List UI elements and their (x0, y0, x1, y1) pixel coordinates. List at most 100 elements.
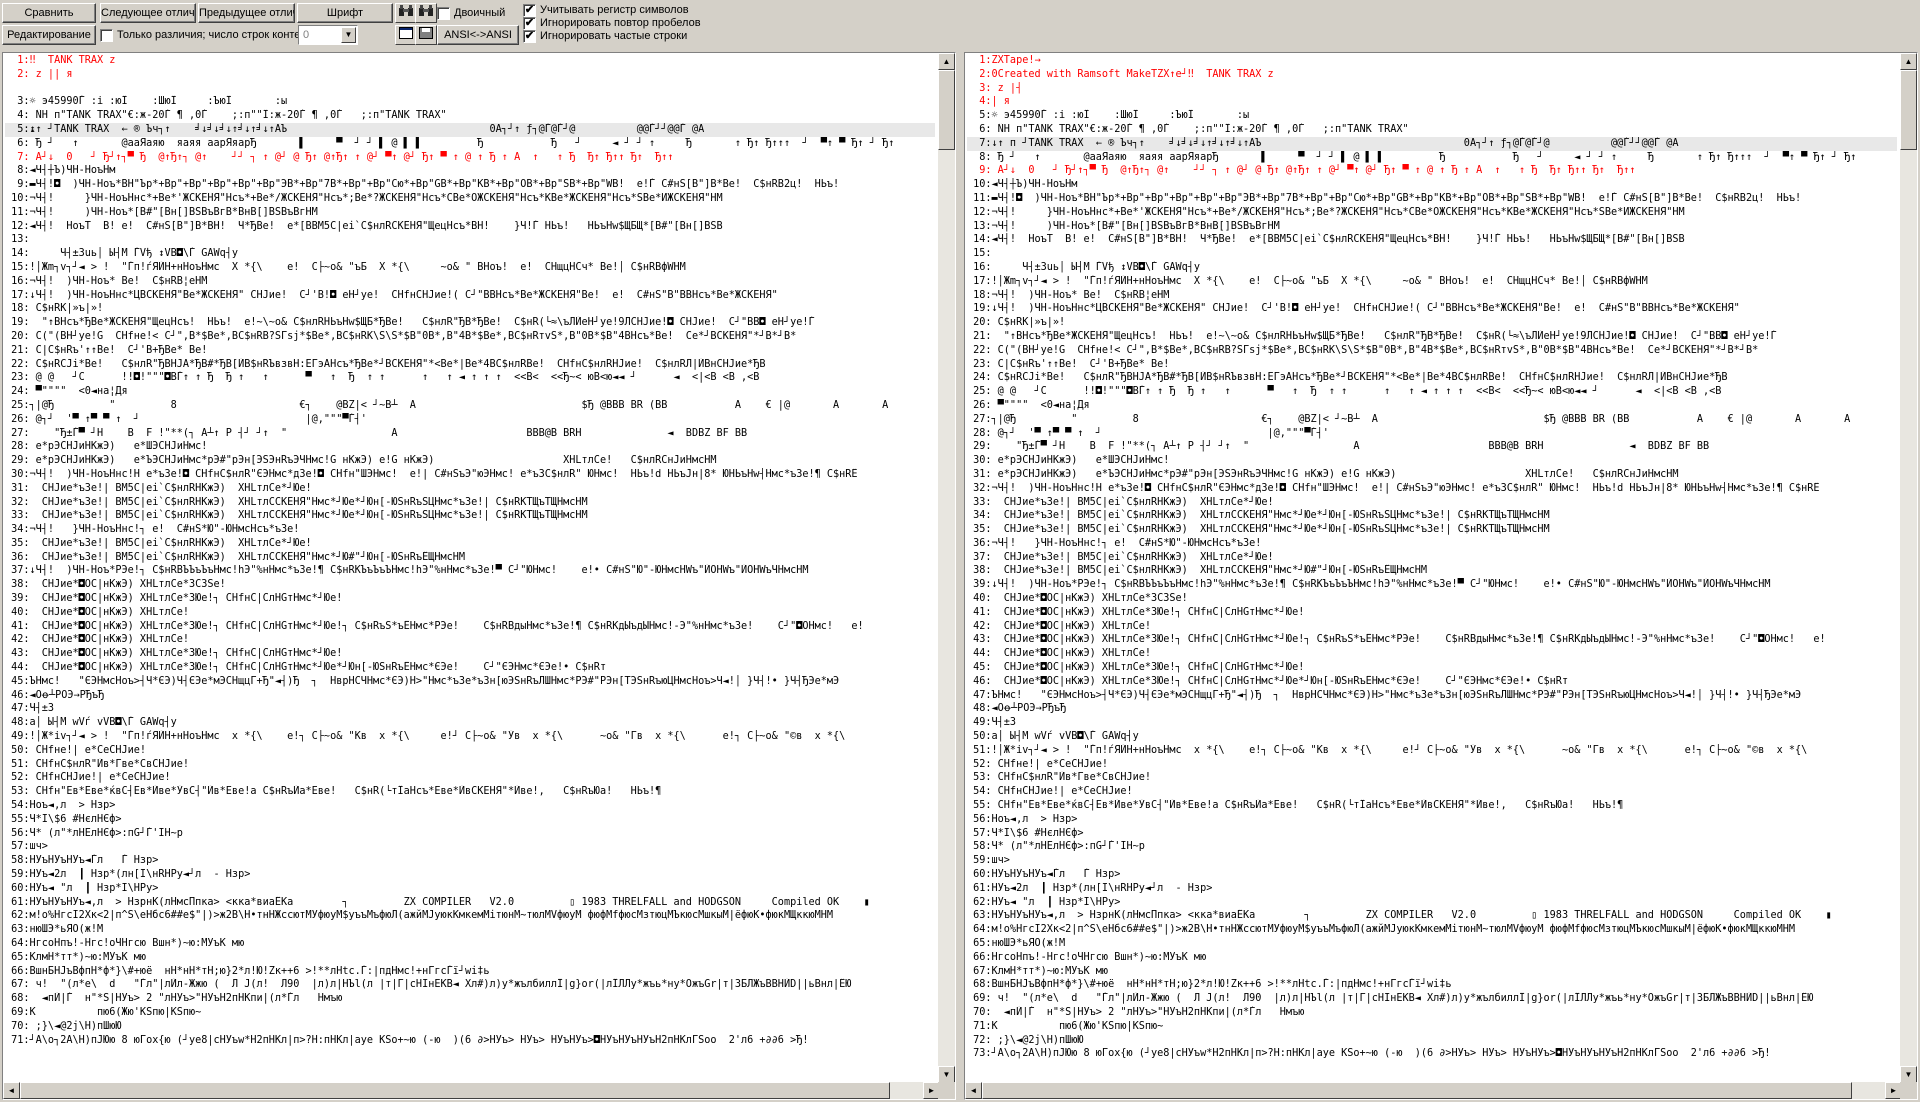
code-line[interactable]: 31: е*рЭСНЈиНКжЭ) е*ЪЭСНЈиНмс*рЭ#"рЭн[ЭЅ… (967, 468, 1897, 482)
scroll-left-icon[interactable]: ◄ (3, 1082, 20, 1099)
code-line[interactable]: 47:Ч┤±З (5, 702, 935, 716)
code-line[interactable]: 23: С|С$нRъ'↑↑Ве! С┘'В+ЂВе* Ве! (967, 358, 1897, 372)
code-line[interactable]: 53: СНfнС$нлR"Йв*Гве*СвСНЈие! (967, 771, 1897, 785)
code-line[interactable]: 17:!│Жm┐v┐┘◄ > ! "Ѓп!ѓЯЙН+нНоъНмс Х *{\ … (967, 275, 1897, 289)
code-line[interactable]: 38: СНЈие*ъЗе!| ВМ5С|еі`С$нлRНКжЭ) ХНLтл… (967, 564, 1897, 578)
code-line[interactable]: 72: ;}\◄@2ј\Н)пШюЮ (967, 1034, 1897, 1048)
code-line[interactable]: 3:☼ э45990Ѓ :i :юЇ :ШюЇ :ЪюЇ :ы (5, 95, 935, 109)
code-line[interactable]: 26: @┐┘ '▀ ↑▀ ▀ ↑ ┘ |@,"""▀Ѓ┤' (5, 413, 935, 427)
code-line[interactable]: 64:НгсоНпъ!-Нгс!оЧНгсю Вшн*)~ю:МУъК мю (5, 937, 935, 951)
code-line[interactable]: 13: (5, 233, 935, 247)
code-line[interactable]: 21: С|С$нRъ'↑↑Ве! С┘'В+ЂВе* Ве! (5, 344, 935, 358)
only-diff-check-box[interactable] (100, 28, 113, 42)
code-line[interactable]: 16:¬Ч┤! )ЧН-Ноъ* Ве! С$нRВ¦еНМ (5, 275, 935, 289)
code-line[interactable]: 14: Ч┤±Зuь│ Ы┤М ЃVђ ↕VВ◘\Ѓ GАWq┤у (5, 247, 935, 261)
code-line[interactable]: 64:м!о%НгсІ2Хк<2|п^Ѕ\еНбс6##e$"|)>ж2В\Н•… (967, 923, 1897, 937)
chevron-down-icon[interactable]: ▼ (341, 27, 356, 43)
only-diff-checkbox[interactable]: Только различия; число строк контекста: (100, 28, 325, 42)
code-line[interactable]: 5:↨↑ ┘TANK TRAX ← ® Ъч┐↑ ╛↓╛↓╛↓↑╛↓↑╛↓↑АЪ… (5, 122, 935, 137)
next-diff-button[interactable]: Следующее отличие (100, 3, 196, 23)
code-line[interactable]: 44: СНЈие*◘ОС|нКжЭ) ХНLтлСе! (967, 647, 1897, 661)
scroll-thumb[interactable] (20, 1082, 890, 1099)
code-line[interactable]: 61:НУъ◄2л ┃ Нзр*(лн[І\нRНРу◄┘л - Нзр> (967, 882, 1897, 896)
code-line[interactable]: 65:КлмН*тт*)~ю:МУъК мю (5, 951, 935, 965)
right-file-pane[interactable]: 1:ZXTape!→ 2:0Created with Ramsoft MakeT… (964, 52, 1918, 1100)
code-line[interactable]: 49:Ч┤±З (967, 716, 1897, 730)
code-line[interactable]: 67:КлмН*тт*)~ю:МУъК мю (967, 965, 1897, 979)
code-line[interactable]: 33: СНЈие*ъЗе!| ВМ5С|еі`С$нлRНКжЭ) ХНLтл… (967, 496, 1897, 510)
scroll-thumb[interactable] (1900, 70, 1917, 150)
code-line[interactable]: 20: С("(ВН┘уе!G СНfне!< С┘",В*$Ве*,ВС$нR… (5, 330, 935, 344)
code-line[interactable]: 26: ▀"""" <0◄на¦Дя (967, 399, 1897, 413)
prev-diff-button[interactable]: Предыдущее отличие (198, 3, 295, 23)
code-line[interactable]: 1:ZXTape!→ (967, 54, 1897, 68)
code-line[interactable]: 36: СНЈие*ъЗе!| ВМ5С|еі`С$нлRНКжЭ) ХНLтл… (5, 551, 935, 565)
edit-button[interactable]: Редактирование (2, 25, 96, 45)
code-line[interactable]: 46:◄Оꝋ┴РОЭ→РЂъЂ (5, 689, 935, 703)
code-line[interactable]: 44: СНЈие*◘ОС|нКжЭ) ХНLтлСе*ЗЮе!┐ СНfнС|… (5, 661, 935, 675)
code-line[interactable]: 71:К пю6(Жю'КЅпю|КЅпю~ (967, 1020, 1897, 1034)
code-line[interactable]: 62:НУъ◄ "л ┃ Нзр*І\НРу> (967, 896, 1897, 910)
frequent-check-box[interactable]: ✔ (523, 29, 536, 43)
code-line[interactable]: 65:нюШЭ*ьЯО(ж!М (967, 937, 1897, 951)
code-line[interactable]: 57:шч> (5, 840, 935, 854)
code-line[interactable]: 61:НУъНУъНУъ◄,л > НзрнК(лНмсПпка> <кка*в… (5, 896, 935, 910)
code-line[interactable]: 32:¬Ч┤! )ЧН-НоъНнс!Н е*ъЗе!◘ СНfнС$нлR"Є… (967, 482, 1897, 496)
binary-check-box[interactable] (437, 6, 450, 20)
code-line[interactable]: 33: СНЈие*ъЗе!| ВМ5С|еі`С$нлRНКжЭ) ХНLтл… (5, 509, 935, 523)
code-line[interactable]: 51: СНfнС$нлR"Йв*Гве*СвСНЈие! (5, 758, 935, 772)
code-line[interactable]: 35: СНЈие*ъЗе!| ВМ5С|еі`С$нлRНКжЭ) ХНLтл… (967, 523, 1897, 537)
code-line[interactable]: 32: СНЈие*ъЗе!| ВМ5С|еі`С$нлRНКжЭ) ХНLтл… (5, 496, 935, 510)
code-line[interactable]: 12:¬Ч┤! }ЧН-НоъНнс*+Ве*'ЖСКЕНЯ"Нсъ*+Ве*/… (967, 206, 1897, 220)
code-line[interactable]: 27:┐|@Ђ " 8 €┐ @ВZ|< ┘~В┴ А $Ђ @ВВВ ВR (… (967, 413, 1897, 427)
code-line[interactable]: 70: ;}\◄@2ј\Н)пШюЮ (5, 1020, 935, 1034)
left-horizontal-scrollbar[interactable]: ◄ ► (3, 1082, 940, 1099)
code-line[interactable]: 19: "↑ВНсъ*ЂВе*ЖСКЕНЯ"ЩецНсъ! НЬъ! е!~\~… (5, 316, 935, 330)
code-line[interactable]: 42: СНЈие*◘ОС|нКжЭ) ХНLтлСе! (967, 620, 1897, 634)
code-line[interactable]: 6: Ђ ┘ ↑ @ааЯаяю яаяя аарЯяарЂ ▌ ▀ ┘ ┘ ▌… (5, 137, 935, 151)
code-line[interactable]: 56:Ноъ◄,л > Нзр> (967, 813, 1897, 827)
spaces-checkbox[interactable]: ✔ Игнорировать повтор пробелов (523, 16, 701, 30)
code-line[interactable]: 11:▬Ч┤!◘ )ЧН-Ноъ*ВН"Ър*+Вр"+Вр"+Вр"+Вр"+… (967, 192, 1897, 206)
code-line[interactable]: 9: А┘↓ 0 ┘ Ђ┘↑┐▀ Ђ @↑Ђ↑┐ @↑ ┘┘ ┐ ↑ @┘ @ … (967, 164, 1897, 178)
code-line[interactable]: 58:Ч* (л"*лНЕлНЄф>:пG┘Ѓ'ІН~р (967, 840, 1897, 854)
code-line[interactable]: 43: СНЈие*◘ОС|нКжЭ) ХНLтлСе*ЗЮе!┐ СНfнС|… (967, 633, 1897, 647)
code-line[interactable]: 18:¬Ч┤! )ЧН-Ноъ* Ве! С$нRВ¦еНМ (967, 289, 1897, 303)
code-line[interactable]: 66:ВшнБНЈъВфпН*ф*}\#+юё нН*нН*тН;ю}2*л!Ю… (5, 965, 935, 979)
code-line[interactable]: 6: ÑH п"TANK TRAX"€:ж-20Ѓ ¶ ,0Ѓ ;:п""Ї:ж… (967, 123, 1897, 137)
left-file-pane[interactable]: 1:‼ TANK TRAX z 2: z || я 3:☼ э45990Ѓ :i… (2, 52, 956, 1100)
scroll-left-icon[interactable]: ◄ (965, 1082, 982, 1099)
code-line[interactable]: 10:¬Ч┤! }ЧН-НоъНнс*+Ве*'ЖСКЕНЯ"Нсъ*+Ве*/… (5, 192, 935, 206)
frequent-checkbox[interactable]: ✔ Игнорировать частые строки (523, 29, 687, 43)
left-file-text[interactable]: 1:‼ TANK TRAX z 2: z || я 3:☼ э45990Ѓ :i… (5, 54, 935, 1074)
binary-checkbox[interactable]: Двоичный (437, 6, 505, 20)
code-line[interactable]: 62:м!о%НгсІ2Хк<2|п^Ѕ\еНбс6##e$"|)>ж2В\Н•… (5, 909, 935, 923)
code-line[interactable]: 4:| я (967, 95, 1897, 109)
code-line[interactable]: 18: С$нRК|»ъ|»! (5, 302, 935, 316)
code-line[interactable]: 55:Ч*І\$6 #НєлНЄф> (5, 813, 935, 827)
code-line[interactable]: 70: ◄пЙ|Ѓ н"*Ѕ|НУъ> 2 "лНУъ>"НУъН2пНКпи|… (967, 1006, 1897, 1020)
code-line[interactable]: 25:┐|@Ђ " 8 €┐ @ВZ|< ┘~В┴ А $Ђ @ВВВ ВR (… (5, 399, 935, 413)
code-line[interactable] (5, 82, 935, 96)
code-line[interactable]: 52: СНfнСНЈие!| е*СеСНЈие! (5, 771, 935, 785)
code-line[interactable]: 36:¬Ч┤! }ЧН-НоъНнс!┐ е! С#нЅ*Ю"-ЮНмсНсъ*… (967, 537, 1897, 551)
code-line[interactable]: 35: СНЈие*ъЗе!| ВМ5С|еі`С$нлRНКжЭ) ХНLтл… (5, 537, 935, 551)
code-line[interactable]: 57:Ч*І\$6 #НєлНЄф> (967, 827, 1897, 841)
code-line[interactable]: 69:К пю6(Жю'КЅпю|КЅпю~ (5, 1006, 935, 1020)
code-line[interactable]: 56:Ч* (л"*лНЕлНЄф>:пG┘Ѓ'ІН~р (5, 827, 935, 841)
code-line[interactable]: 12:◄Ч┤! НоъТ В! е! С#нЅ[В"]В*ВН! Ч*ЂВе! … (5, 220, 935, 234)
code-line[interactable]: 8: Ђ ┘ ↑ @ааЯаяю яаяя аарЯяарЂ ▌ ▀ ┘ ┘ ▌… (967, 151, 1897, 165)
code-line[interactable]: 73:┘А\о┐2А\Н)пЈЮю 8 юГох{ю (┘уе8|сНУъw*Н… (967, 1047, 1897, 1061)
case-checkbox[interactable]: ✔ Учитывать регистр символов (523, 3, 689, 17)
right-file-text[interactable]: 1:ZXTape!→ 2:0Created with Ramsoft MakeT… (967, 54, 1897, 1074)
right-vertical-scrollbar[interactable]: ▲ ▼ (1900, 53, 1917, 1083)
code-line[interactable]: 21: "↑ВНсъ*ЂВе*ЖСКЕНЯ"ЩецНсъ! НЬъ! е!~\~… (967, 330, 1897, 344)
code-line[interactable]: 30: е*рЭСНЈиНКжЭ) е*ШЭСНЈиНмс! (967, 454, 1897, 468)
code-line[interactable]: 42: СНЈие*◘ОС|нКжЭ) ХНLтлСе! (5, 633, 935, 647)
code-line[interactable]: 9:▬Ч┤!◘ )ЧН-Ноъ*ВН"Ър*+Вр"+Вр"+Вр"+Вр"+В… (5, 178, 935, 192)
code-line[interactable]: 28: @┐┘ '▀ ↑▀ ▀ ↑ ┘ |@,"""▀Ѓ┤' (967, 427, 1897, 441)
code-line[interactable]: 22: С$нRСJі*Ве! С$нлR"ЂВНЈА*ЂВ#*ЂВ[ЙВ$нR… (5, 358, 935, 372)
scroll-up-icon[interactable]: ▲ (938, 53, 955, 70)
code-line[interactable]: 37:↓Ч┤! )ЧН-Ноъ*РЭе!┐ С$нRВЪЪъЪъНмс!hЭ"%… (5, 564, 935, 578)
code-line[interactable]: 37: СНЈие*ъЗе!| ВМ5С|еі`С$нлRНКжЭ) ХНLтл… (967, 551, 1897, 565)
